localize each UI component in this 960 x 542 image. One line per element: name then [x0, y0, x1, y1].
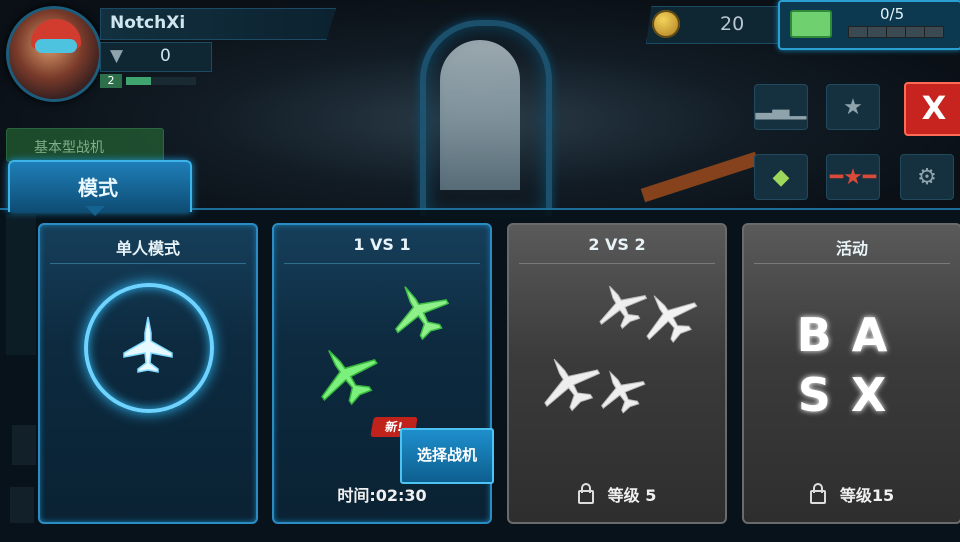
card-1v1[interactable]: 1 VS 1 新! 选择战机 时间:02:30	[272, 223, 494, 524]
rank-wings-icon: ▼	[110, 46, 124, 66]
gold-coin-icon	[652, 10, 680, 38]
card-divider	[284, 263, 480, 264]
level-requirement-text: 等级 5	[607, 486, 657, 505]
level-requirement: 等级 5	[509, 482, 725, 506]
military-wings-icon[interactable]: ━★━	[826, 154, 880, 200]
cash-segment	[924, 26, 944, 38]
cash-segment	[886, 26, 906, 38]
faint-side-box	[12, 425, 36, 465]
player-avatar[interactable]	[6, 6, 102, 102]
lock-icon	[577, 482, 594, 504]
tab-mode-pointer	[85, 206, 105, 216]
card-title: 活动	[835, 239, 868, 258]
level-requirement-text: 等级15	[839, 486, 895, 505]
select-fighter-button[interactable]: 选择战机	[400, 428, 494, 484]
cash-segment	[867, 26, 887, 38]
player-name: NotchXi	[110, 13, 186, 33]
cash-stack-icon	[790, 10, 832, 38]
faint-side-panel	[6, 215, 36, 355]
level-requirement: 等级15	[744, 482, 960, 506]
grey-jet-icon	[646, 295, 698, 343]
hangar-tunnel-arch	[420, 20, 552, 216]
green-jet-icon	[321, 349, 378, 406]
coin-count: 20	[720, 13, 745, 35]
match-time: 时间:02:30	[337, 486, 427, 505]
player-level-badge: 2	[100, 74, 122, 88]
card-divider	[754, 263, 950, 264]
gear-icon[interactable]: ⚙	[900, 154, 954, 200]
event-logo-line: BA	[796, 308, 908, 362]
grey-jet-icon	[601, 370, 646, 414]
card-divider	[50, 263, 246, 264]
green-jet-icon	[394, 286, 450, 341]
card-divider	[519, 263, 715, 264]
card-event-locked[interactable]: 活动 BA SX 等级15	[742, 223, 960, 524]
star-icon[interactable]: ★	[826, 84, 880, 130]
leaderboard-podium-icon[interactable]: ▂▃▁	[754, 84, 808, 130]
rank-value: 0	[160, 46, 171, 66]
card-2v2-locked[interactable]: 2 VS 2 等级 5	[507, 223, 727, 524]
event-logo: BA SX	[744, 305, 960, 425]
card-title: 单人模式	[115, 239, 180, 258]
faint-side-box	[10, 487, 34, 523]
lock-icon	[809, 482, 826, 504]
diamond-icon[interactable]: ◆	[754, 154, 808, 200]
card-single-player[interactable]: 单人模式	[38, 223, 258, 524]
card-title: 2 VS 2	[588, 235, 646, 254]
fighter-jet-icon	[123, 316, 173, 373]
player-level-fill	[126, 77, 151, 85]
close-button[interactable]: X	[904, 82, 960, 136]
cash-count: 0/5	[880, 5, 905, 23]
cash-segment	[848, 26, 868, 38]
tab-mode-label: 模式	[78, 176, 118, 200]
basic-fighter-label: 基本型战机	[34, 140, 104, 156]
cash-segment	[905, 26, 925, 38]
card-title: 1 VS 1	[353, 235, 411, 254]
avatar-visor	[35, 39, 77, 53]
event-logo-line: SX	[797, 368, 907, 422]
